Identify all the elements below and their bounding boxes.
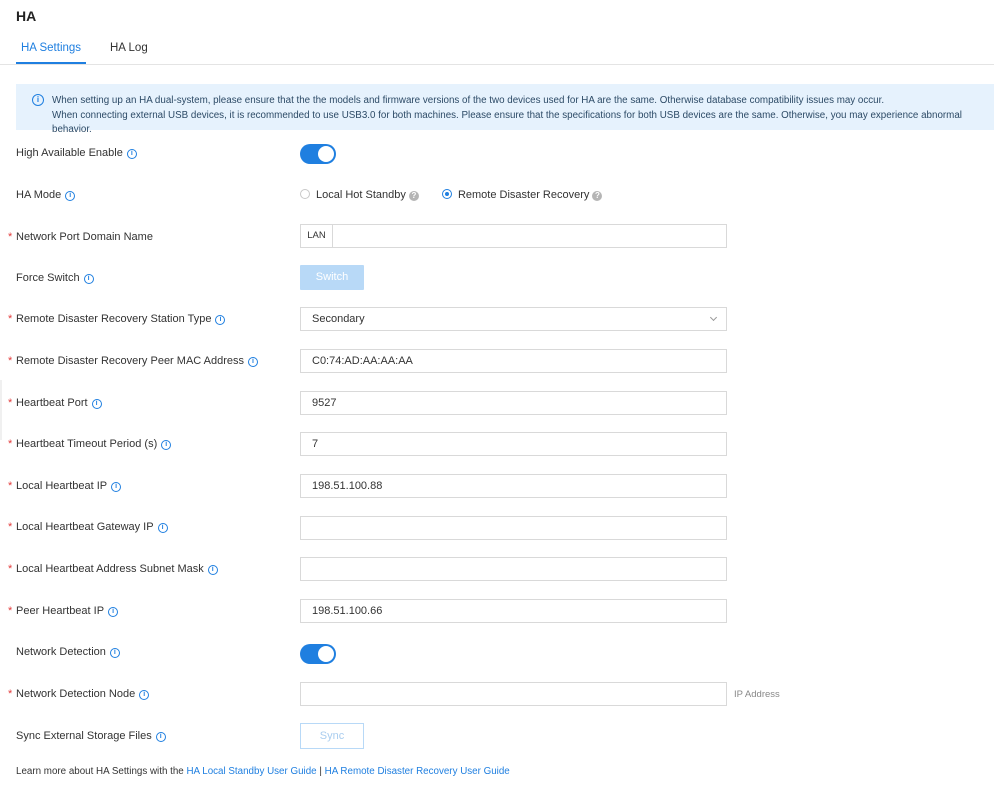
info-banner: i When setting up an HA dual-system, ple… [16, 84, 994, 135]
chevron-down-icon [709, 313, 718, 322]
required-marker: * [8, 605, 13, 617]
info-icon[interactable]: i [248, 357, 259, 367]
required-marker: * [8, 355, 13, 367]
required-marker: * [8, 438, 13, 450]
info-icon[interactable]: i [91, 399, 102, 409]
domain-name-input[interactable]: LAN [300, 224, 727, 248]
info-icon[interactable]: i [215, 315, 226, 325]
info-icon[interactable]: i [207, 565, 218, 575]
radio-circle[interactable] [300, 189, 310, 199]
remote-disaster-guide-link[interactable]: HA Remote Disaster Recovery User Guide [325, 766, 510, 777]
peer-ip-input[interactable]: 198.51.100.66 [300, 599, 727, 623]
network-detection-label: Network Detection i [16, 644, 120, 660]
info-icon[interactable]: i [109, 648, 120, 658]
toggle-knob [318, 146, 334, 162]
switch-button[interactable]: Switch [300, 265, 364, 290]
tab-ha-log[interactable]: HA Log [110, 36, 148, 63]
info-icon[interactable]: i [83, 274, 94, 284]
radio-remote-disaster-recovery[interactable]: Remote Disaster Recovery? [441, 187, 603, 203]
banner-line-1: When setting up an HA dual-system, pleas… [52, 95, 885, 106]
footer-help-text: Learn more about HA Settings with the HA… [16, 766, 510, 777]
info-icon[interactable]: i [65, 191, 76, 201]
detection-node-label: * Network Detection Node i [8, 686, 150, 702]
required-marker: * [8, 521, 13, 533]
subnet-mask-input[interactable] [300, 557, 727, 581]
info-icon[interactable]: i [111, 482, 122, 492]
peer-mac-input[interactable]: C0:74:AD:AA:AA:AA [300, 349, 727, 373]
toggle-knob [318, 646, 334, 662]
required-marker: * [8, 231, 13, 243]
page-title: HA [16, 8, 37, 24]
info-icon[interactable]: i [139, 690, 150, 700]
required-marker: * [8, 688, 13, 700]
station-type-select[interactable]: Secondary [300, 307, 727, 331]
tab-bar: HA Settings HA Log [0, 36, 994, 65]
left-edge-divider [0, 380, 2, 440]
required-marker: * [8, 397, 13, 409]
domain-name-label: * Network Port Domain Name [8, 231, 153, 243]
info-icon: i [32, 94, 44, 106]
info-icon[interactable]: i [155, 732, 166, 742]
local-ip-label: * Local Heartbeat IP i [8, 478, 122, 494]
ip-address-hint: IP Address [734, 689, 780, 700]
network-detection-toggle[interactable] [300, 644, 336, 664]
required-marker: * [8, 313, 13, 325]
local-ip-input[interactable]: 198.51.100.88 [300, 474, 727, 498]
required-marker: * [8, 563, 13, 575]
info-icon[interactable]: i [157, 523, 168, 533]
banner-line-2: When connecting external USB devices, it… [52, 109, 962, 136]
ha-mode-label: HA Mode i [16, 187, 76, 203]
heartbeat-timeout-label: * Heartbeat Timeout Period (s) i [8, 436, 172, 452]
force-switch-label: Force Switch i [16, 270, 94, 286]
peer-ip-label: * Peer Heartbeat IP i [8, 603, 119, 619]
required-marker: * [8, 480, 13, 492]
info-icon[interactable]: i [108, 607, 119, 617]
radio-circle-checked[interactable] [441, 189, 452, 199]
detection-node-input[interactable] [300, 682, 727, 706]
help-icon[interactable]: ? [408, 191, 419, 201]
ha-enable-toggle[interactable] [300, 144, 336, 164]
info-icon[interactable]: i [161, 440, 172, 450]
ha-enable-label: High Available Enable i [16, 145, 137, 161]
help-icon[interactable]: ? [592, 191, 603, 201]
info-icon[interactable]: i [126, 149, 137, 159]
local-gateway-label: * Local Heartbeat Gateway IP i [8, 519, 168, 535]
domain-addon: LAN [301, 225, 333, 247]
tab-ha-settings[interactable]: HA Settings [16, 36, 86, 64]
ha-mode-radio-group: Local Hot Standby? Remote Disaster Recov… [300, 187, 603, 203]
local-standby-guide-link[interactable]: HA Local Standby User Guide [186, 766, 316, 777]
sync-button[interactable]: Sync [300, 723, 364, 749]
local-gateway-input[interactable] [300, 516, 727, 540]
peer-mac-label: * Remote Disaster Recovery Peer MAC Addre… [8, 353, 259, 369]
sync-storage-label: Sync External Storage Files i [16, 728, 166, 744]
station-type-label: * Remote Disaster Recovery Station Type i [8, 311, 226, 327]
radio-local-hot-standby[interactable]: Local Hot Standby? [300, 187, 419, 203]
heartbeat-timeout-input[interactable]: 7 [300, 432, 727, 456]
heartbeat-port-label: * Heartbeat Port i [8, 395, 102, 411]
subnet-mask-label: * Local Heartbeat Address Subnet Mask i [8, 561, 218, 577]
heartbeat-port-input[interactable]: 9527 [300, 391, 727, 415]
